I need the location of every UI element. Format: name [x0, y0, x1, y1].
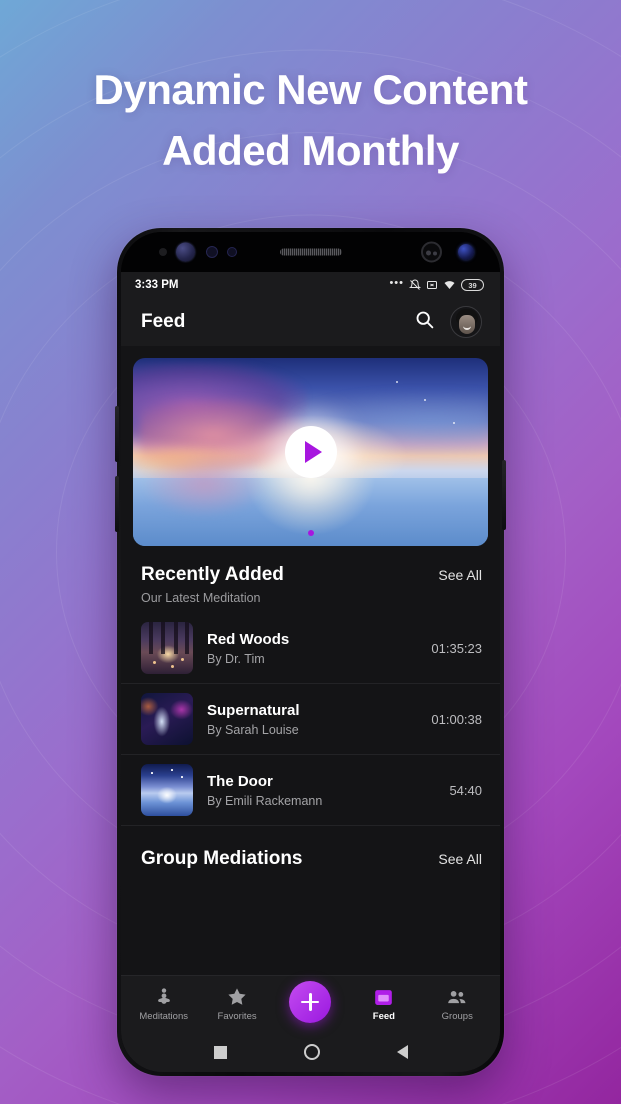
carousel-pager-dots[interactable]	[307, 530, 314, 536]
more-dots-icon: •••	[389, 277, 404, 289]
table-row[interactable]: Supernatural By Sarah Louise 01:00:38	[121, 684, 500, 755]
feed-content[interactable]: Recently Added See All Our Latest Medita…	[121, 346, 500, 975]
forest-thumb	[141, 622, 193, 674]
android-navigation-bar	[121, 1032, 500, 1072]
track-meta: Red Woods By Dr. Tim	[193, 630, 431, 666]
bottom-navigation: Meditations Favorites Feed Groups	[121, 975, 500, 1032]
sky-thumb	[141, 764, 193, 816]
search-icon[interactable]	[414, 309, 435, 335]
volume-up-button[interactable]	[115, 406, 119, 462]
square-icon[interactable]	[213, 1045, 227, 1059]
track-artist: By Dr. Tim	[207, 651, 265, 666]
section-title: Group Mediations	[141, 848, 303, 869]
section-subtitle: Our Latest Meditation	[141, 591, 261, 605]
volume-down-button[interactable]	[115, 476, 119, 532]
led-indicator-icon	[227, 247, 237, 257]
track-meta: Supernatural By Sarah Louise	[193, 701, 431, 737]
status-icons: ••• 39	[389, 277, 484, 291]
iris-scanner-icon	[176, 242, 195, 262]
battery-indicator: 39	[461, 279, 484, 291]
track-duration: 54:40	[449, 782, 482, 798]
status-time: 3:33 PM	[135, 279, 179, 291]
nav-item-meditations[interactable]: Meditations	[133, 986, 195, 1022]
see-all-link-recently-added[interactable]: See All	[438, 567, 482, 583]
fab-wrapper	[279, 981, 341, 1027]
phone-top-bezel	[121, 232, 500, 272]
bell-muted-icon	[409, 279, 421, 291]
page-title: Feed	[141, 311, 186, 332]
app-screen: 3:33 PM ••• 39 Feed Recently Added See A…	[121, 272, 500, 1072]
section-title: Recently Added	[141, 564, 284, 585]
see-all-link-group-mediations[interactable]: See All	[438, 851, 482, 867]
track-duration: 01:35:23	[431, 640, 482, 656]
meditation-icon	[153, 986, 175, 1008]
nav-label: Feed	[372, 1011, 395, 1022]
table-row[interactable]: Red Woods By Dr. Tim 01:35:23	[121, 613, 500, 684]
nav-label: Groups	[441, 1011, 473, 1022]
table-row[interactable]: The Door By Emili Rackemann 54:40	[121, 755, 500, 826]
app-bar: Feed	[121, 298, 500, 346]
triangle-back-icon[interactable]	[396, 1045, 408, 1059]
track-meta: The Door By Emili Rackemann	[193, 772, 449, 808]
promo-headline: Dynamic New Content Added Monthly	[0, 60, 621, 182]
avatar[interactable]	[450, 306, 482, 338]
track-artist: By Emili Rackemann	[207, 793, 323, 808]
section-header-group-mediations: Group Mediations See All	[121, 826, 500, 870]
earpiece-speaker	[279, 248, 342, 256]
section-header-recently-added: Recently Added See All	[121, 546, 500, 586]
x-box-icon	[426, 279, 438, 291]
groups-icon	[446, 986, 468, 1008]
power-button[interactable]	[502, 460, 506, 530]
track-title: The Door	[207, 773, 273, 791]
sensor-cluster-icon	[421, 241, 442, 263]
track-title: Supernatural	[207, 702, 300, 720]
app-bar-actions	[414, 306, 482, 338]
status-bar: 3:33 PM ••• 39	[121, 272, 500, 298]
proximity-sensor-icon	[159, 248, 167, 256]
star-icon	[226, 986, 248, 1008]
phone-mockup: 3:33 PM ••• 39 Feed Recently Added See A…	[115, 228, 506, 1076]
phone-screen-frame: 3:33 PM ••• 39 Feed Recently Added See A…	[121, 232, 500, 1072]
track-artist: By Sarah Louise	[207, 722, 299, 737]
nav-label: Favorites	[217, 1011, 257, 1022]
nav-label: Meditations	[139, 1011, 188, 1022]
nav-item-groups[interactable]: Groups	[426, 986, 488, 1022]
play-icon[interactable]	[284, 426, 337, 478]
nav-item-feed[interactable]: Feed	[353, 986, 415, 1022]
track-duration: 01:00:38	[431, 711, 482, 727]
feed-icon	[373, 986, 395, 1008]
hero-card-wrapper	[121, 346, 500, 546]
wifi-icon	[443, 279, 456, 291]
track-title: Red Woods	[207, 631, 290, 649]
track-list: Red Woods By Dr. Tim 01:35:23 Supernatur…	[121, 605, 500, 826]
headline-line-1: Dynamic New Content	[93, 66, 528, 113]
headline-line-2: Added Monthly	[162, 126, 459, 174]
light-sensor-icon	[206, 246, 218, 258]
front-camera-icon	[458, 244, 474, 260]
circle-icon[interactable]	[303, 1044, 320, 1060]
lightning-thumb	[141, 693, 193, 745]
plus-icon[interactable]	[289, 981, 332, 1023]
hero-video-card[interactable]	[133, 358, 488, 546]
nav-item-favorites[interactable]: Favorites	[206, 986, 268, 1022]
